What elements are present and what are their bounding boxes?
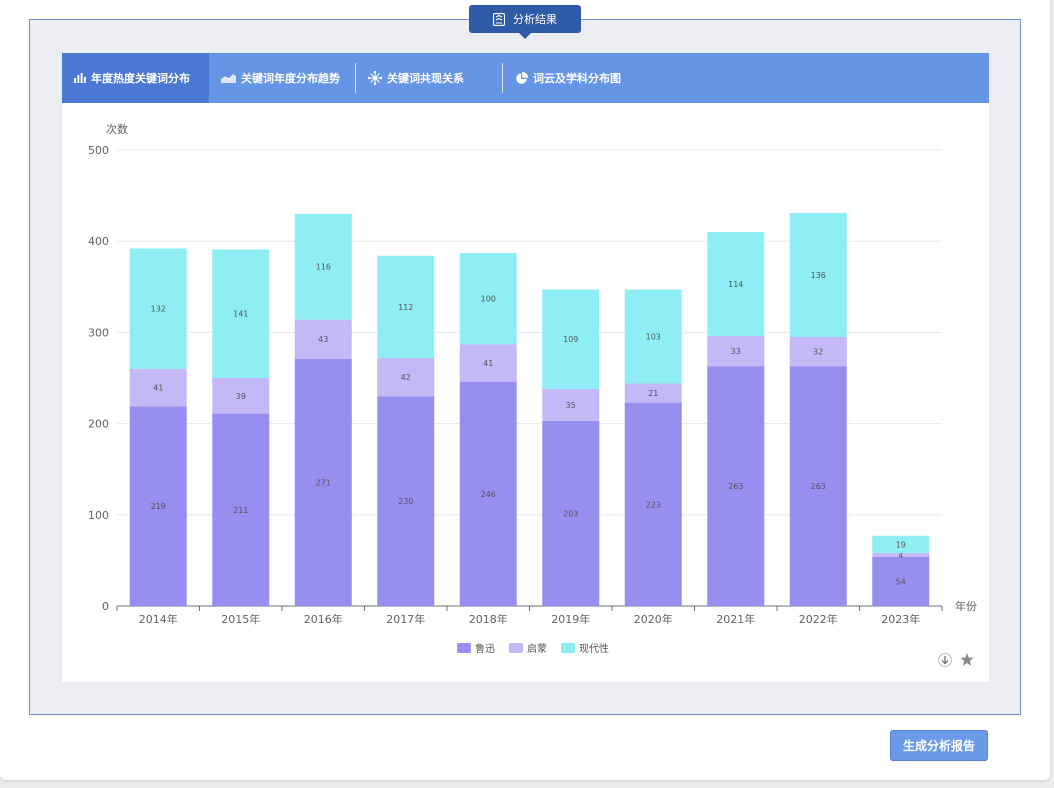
y-tick-label: 500 xyxy=(88,144,109,157)
data-label: 32 xyxy=(813,348,823,357)
x-tick-label: 2016年 xyxy=(304,612,343,626)
data-label: 33 xyxy=(731,347,741,356)
generate-report-button[interactable]: 生成分析报告 xyxy=(890,730,988,761)
x-tick-label: 2017年 xyxy=(386,612,425,626)
legend-swatch[interactable] xyxy=(457,643,471,653)
data-label: 103 xyxy=(646,333,661,342)
tab-keyword-cooccurrence[interactable]: 关键词共现关系 xyxy=(356,53,502,103)
report-icon xyxy=(493,12,505,26)
data-label: 41 xyxy=(483,359,493,368)
x-tick-label: 2021年 xyxy=(716,612,755,626)
data-label: 100 xyxy=(481,295,496,304)
tab-bar: 年度热度关键词分布 关键词年度分布趋势 关键词共现关系 词云及学科分布图 xyxy=(62,53,989,103)
data-label: 42 xyxy=(401,373,411,382)
data-label: 271 xyxy=(316,478,331,487)
data-label: 141 xyxy=(233,310,248,319)
tab-wordcloud-discipline[interactable]: 词云及学科分布图 xyxy=(503,53,653,103)
pie-chart-icon xyxy=(516,71,528,84)
data-label: 43 xyxy=(318,335,328,344)
x-tick-label: 2023年 xyxy=(881,612,920,626)
data-label: 112 xyxy=(398,303,413,312)
legend-swatch[interactable] xyxy=(509,643,523,653)
data-label: 54 xyxy=(896,577,906,586)
y-tick-label: 100 xyxy=(88,509,109,522)
data-label: 114 xyxy=(728,280,743,289)
y-axis-label: 次数 xyxy=(106,122,128,136)
tab-label: 关键词年度分布趋势 xyxy=(241,72,340,85)
x-tick-label: 2022年 xyxy=(799,612,838,626)
tab-label: 关键词共现关系 xyxy=(387,72,464,85)
chart-panel: 年度热度关键词分布 关键词年度分布趋势 关键词共现关系 词云及学科分布图 0 1… xyxy=(62,53,989,682)
tab-label: 年度热度关键词分布 xyxy=(91,72,190,85)
data-label: 246 xyxy=(481,490,496,499)
network-icon xyxy=(368,71,382,85)
data-label: 263 xyxy=(728,482,743,491)
area-chart-icon xyxy=(221,73,236,83)
tab-label: 词云及学科分布图 xyxy=(533,72,621,85)
data-label: 35 xyxy=(566,401,576,410)
x-tick-label: 2018年 xyxy=(469,612,508,626)
legend-swatch[interactable] xyxy=(561,643,575,653)
data-label: 21 xyxy=(648,389,658,398)
data-label: 136 xyxy=(811,271,826,280)
data-label: 263 xyxy=(811,482,826,491)
data-label: 41 xyxy=(153,384,163,393)
bar-chart-icon xyxy=(74,73,86,83)
y-tick-label: 200 xyxy=(88,418,109,431)
y-tick-label: 0 xyxy=(102,600,109,613)
legend-label[interactable]: 启蒙 xyxy=(527,642,547,655)
x-tick-label: 2014年 xyxy=(139,612,178,626)
data-label: 223 xyxy=(646,500,661,509)
tab-keyword-trend[interactable]: 关键词年度分布趋势 xyxy=(209,53,355,103)
stacked-bar-chart: 0 100 200 300 400 500 次数年份 219 41 132 2014年 211 39 14… xyxy=(88,122,977,667)
legend-label[interactable]: 现代性 xyxy=(579,642,609,655)
data-label: 116 xyxy=(316,263,331,272)
legend-label[interactable]: 鲁迅 xyxy=(475,642,495,655)
x-tick-label: 2015年 xyxy=(221,612,260,626)
star-icon[interactable] xyxy=(960,653,974,666)
x-axis-label: 年份 xyxy=(955,599,977,613)
data-label: 211 xyxy=(233,506,248,515)
chart-area: 0 100 200 300 400 500 次数年份 219 41 132 2014年 211 39 14… xyxy=(62,103,989,682)
data-label: 230 xyxy=(398,497,413,506)
data-label: 132 xyxy=(151,305,166,314)
x-tick-label: 2019年 xyxy=(551,612,590,626)
data-label: 109 xyxy=(563,335,578,344)
badge-label: 分析结果 xyxy=(513,13,557,26)
data-label: 19 xyxy=(896,540,906,549)
y-tick-label: 400 xyxy=(88,235,109,248)
analysis-result-badge: 分析结果 xyxy=(469,5,581,39)
data-label: 219 xyxy=(151,502,166,511)
data-label: 203 xyxy=(563,509,578,518)
x-tick-label: 2020年 xyxy=(634,612,673,626)
y-tick-label: 300 xyxy=(88,326,109,339)
tab-annual-keyword-distribution[interactable]: 年度热度关键词分布 xyxy=(62,53,209,103)
data-label: 39 xyxy=(236,392,246,401)
